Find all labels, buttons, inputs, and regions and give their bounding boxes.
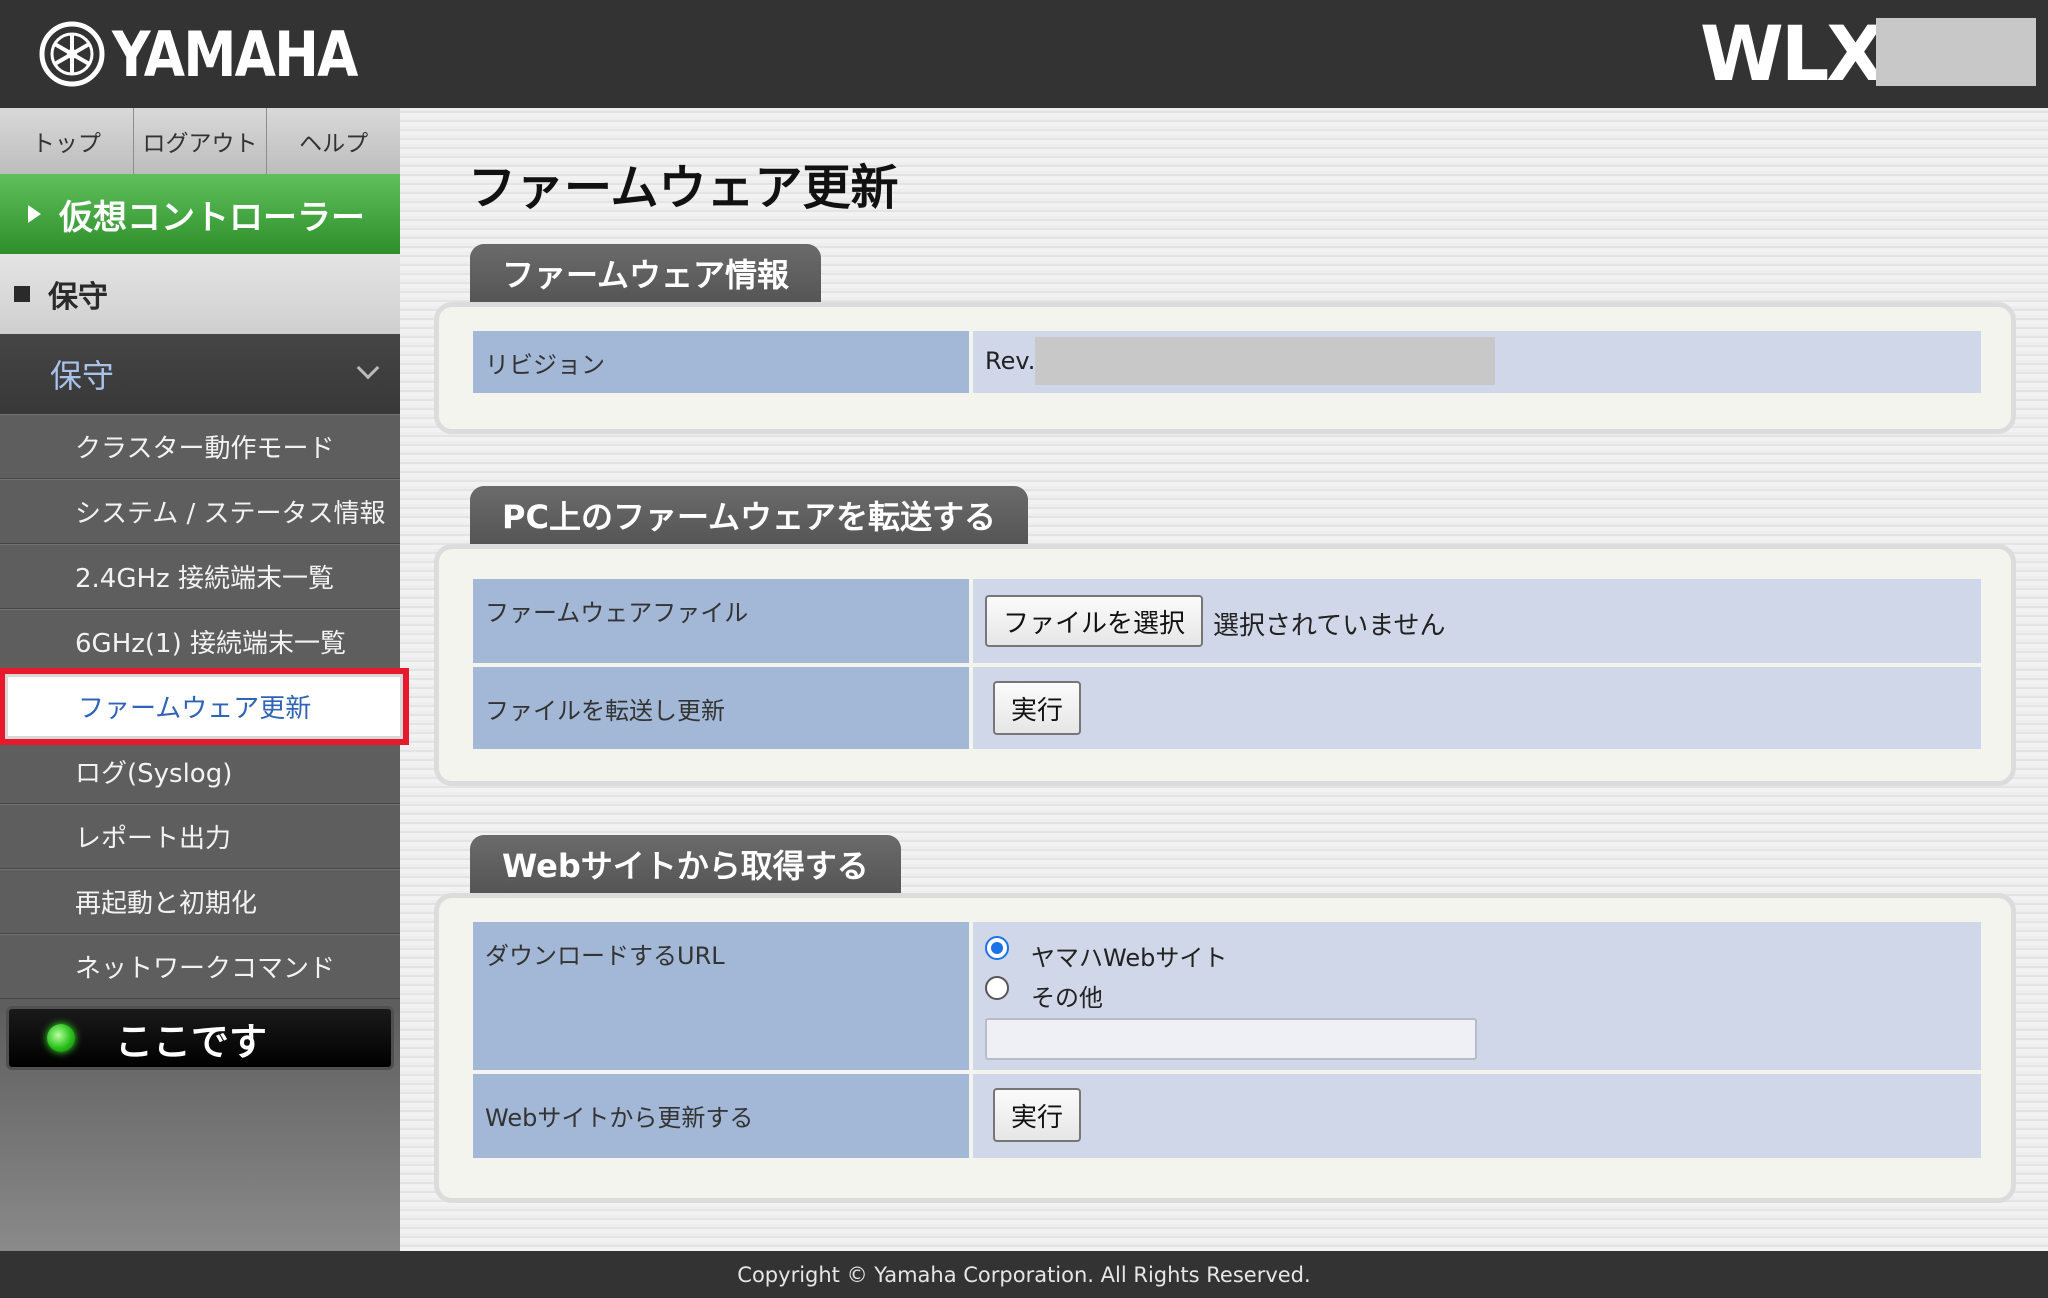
pc-transfer-tab-label: PC上のファームウェアを転送する: [502, 498, 996, 536]
sidebar: トップ ログアウト ヘルプ 仮想コントローラー 保守 保守 クラスター動作モード…: [0, 108, 409, 1251]
revision-number-redaction: [1035, 337, 1495, 385]
transfer-execute-button[interactable]: 実行: [993, 681, 1081, 735]
tuning-fork-emblem-icon: [39, 21, 105, 87]
firmware-file-label: ファームウェアファイル: [473, 579, 969, 663]
nav-logout-link[interactable]: ログアウト: [134, 108, 268, 174]
footer: Copyright © Yamaha Corporation. All Righ…: [0, 1251, 2048, 1298]
other-url-radio[interactable]: [985, 976, 1009, 1000]
download-url-value: ヤマハWebサイト その他: [973, 922, 1981, 1070]
revision-label: リビジョン: [473, 331, 969, 393]
nav-help-link[interactable]: ヘルプ: [267, 108, 400, 174]
firmware-file-row: ファームウェアファイル ファイルを選択 選択されていません: [473, 579, 1981, 663]
other-url-input[interactable]: [985, 1018, 1477, 1060]
sidebar-item-cluster-mode[interactable]: クラスター動作モード: [0, 414, 400, 479]
yamaha-site-radio[interactable]: [985, 936, 1009, 960]
web-download-panel: ダウンロードするURL ヤマハWebサイト その他 Webサイトから更新する 実…: [434, 893, 2016, 1203]
main-content: ファームウェア更新 ファームウェア情報 リビジョン Rev. PC上のファームウ…: [400, 108, 2048, 1251]
maintenance-group-label: 保守: [50, 357, 115, 395]
model-name: WLX: [1700, 9, 1885, 98]
revision-value: Rev.: [973, 331, 1981, 393]
virtual-controller-label: 仮想コントローラー: [59, 197, 365, 238]
download-url-row: ダウンロードするURL ヤマハWebサイト その他: [473, 922, 1981, 1070]
green-led-icon: [47, 1024, 75, 1052]
sidebar-item-syslog[interactable]: ログ(Syslog): [0, 739, 400, 804]
web-update-row: Webサイトから更新する 実行: [473, 1074, 1981, 1158]
virtual-controller-menu[interactable]: 仮想コントローラー: [0, 174, 400, 254]
sidebar-item-report-output[interactable]: レポート出力: [0, 804, 400, 869]
square-bullet-icon: [14, 286, 30, 302]
page-title: ファームウェア更新: [468, 160, 899, 216]
chevron-down-icon: [356, 356, 380, 380]
maintenance-section-header: 保守: [0, 254, 400, 334]
revision-row: リビジョン Rev.: [473, 331, 1981, 393]
sidebar-item-network-command[interactable]: ネットワークコマンド: [0, 934, 400, 999]
yamaha-site-label: ヤマハWebサイト: [1031, 944, 1228, 972]
transfer-update-row: ファイルを転送し更新 実行: [473, 667, 1981, 749]
sidebar-item-6ghz-clients[interactable]: 6GHz(1) 接続端末一覧: [0, 609, 400, 674]
transfer-update-value: 実行: [973, 667, 1981, 749]
firmware-info-tab-label: ファームウェア情報: [502, 256, 790, 294]
nav-top-link[interactable]: トップ: [0, 108, 134, 174]
revision-prefix: Rev.: [985, 347, 1036, 375]
transfer-update-label: ファイルを転送し更新: [473, 667, 969, 749]
firmware-file-value: ファイルを選択 選択されていません: [973, 579, 1981, 663]
brand-name: YAMAHA: [112, 17, 358, 91]
header-bar: YAMAHA WLX: [0, 0, 2048, 108]
yamaha-logo: YAMAHA: [38, 17, 397, 91]
firmware-info-tab: ファームウェア情報: [470, 244, 822, 302]
model-number-redaction: [1876, 18, 2036, 86]
pc-transfer-panel: ファームウェアファイル ファイルを選択 選択されていません ファイルを転送し更新…: [434, 544, 2016, 786]
sidebar-item-firmware-update[interactable]: ファームウェア更新: [0, 668, 409, 745]
copyright-text: Copyright © Yamaha Corporation. All Righ…: [737, 1262, 1311, 1287]
sidebar-item-system-status[interactable]: システム / ステータス情報: [0, 479, 400, 544]
maintenance-menu: クラスター動作モード システム / ステータス情報 2.4GHz 接続端末一覧 …: [0, 414, 409, 999]
maintenance-header-label: 保守: [48, 280, 108, 315]
sidebar-item-reboot-reset[interactable]: 再起動と初期化: [0, 869, 400, 934]
pc-transfer-tab: PC上のファームウェアを転送する: [470, 486, 1028, 544]
maintenance-group-toggle[interactable]: 保守: [0, 334, 400, 414]
other-url-label: その他: [1031, 984, 1103, 1012]
sidebar-item-24ghz-clients[interactable]: 2.4GHz 接続端末一覧: [0, 544, 400, 609]
no-file-selected-text: 選択されていません: [1213, 611, 1446, 641]
web-download-tab-label: Webサイトから取得する: [502, 847, 869, 885]
locate-here-label: ここです: [115, 1019, 268, 1064]
triangle-right-icon: [28, 205, 41, 223]
web-update-value: 実行: [973, 1074, 1981, 1158]
web-update-label: Webサイトから更新する: [473, 1074, 969, 1158]
locate-here-button[interactable]: ここです: [6, 1006, 394, 1070]
web-execute-button[interactable]: 実行: [993, 1088, 1081, 1142]
web-download-tab: Webサイトから取得する: [470, 835, 901, 893]
top-navigation: トップ ログアウト ヘルプ: [0, 108, 400, 174]
choose-file-button[interactable]: ファイルを選択: [985, 595, 1203, 647]
firmware-info-panel: リビジョン Rev.: [434, 302, 2016, 434]
download-url-label: ダウンロードするURL: [473, 922, 969, 1070]
